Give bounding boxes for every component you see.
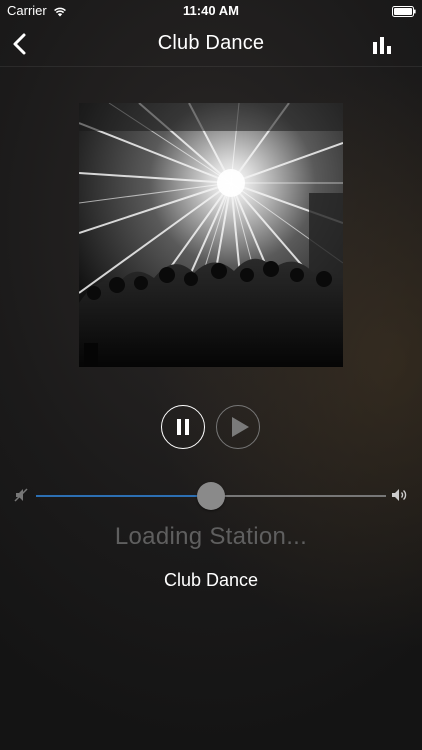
volume-mute-icon[interactable] <box>14 488 28 502</box>
volume-high-icon[interactable] <box>391 488 409 502</box>
pause-button[interactable] <box>161 405 205 449</box>
pause-icon <box>176 419 190 440</box>
status-bar: Carrier 11:40 AM <box>0 0 422 22</box>
battery-icon <box>392 5 416 17</box>
play-button[interactable] <box>216 405 260 449</box>
station-name: Club Dance <box>163 570 259 590</box>
volume-slider-thumb[interactable] <box>197 482 225 510</box>
bar-chart-icon <box>370 37 396 60</box>
loading-status: Loading Station... <box>114 523 308 550</box>
album-artwork <box>79 103 343 367</box>
nav-bar: Club Dance <box>0 22 422 67</box>
volume-fill <box>36 495 211 497</box>
page-title: Club Dance <box>157 32 265 54</box>
album-art-club-crowd-lasers <box>79 103 343 367</box>
equalizer-button[interactable] <box>370 36 396 56</box>
play-icon <box>231 417 249 442</box>
volume-control <box>0 480 422 510</box>
status-time: 11:40 AM <box>183 3 239 18</box>
playback-controls <box>0 405 422 451</box>
